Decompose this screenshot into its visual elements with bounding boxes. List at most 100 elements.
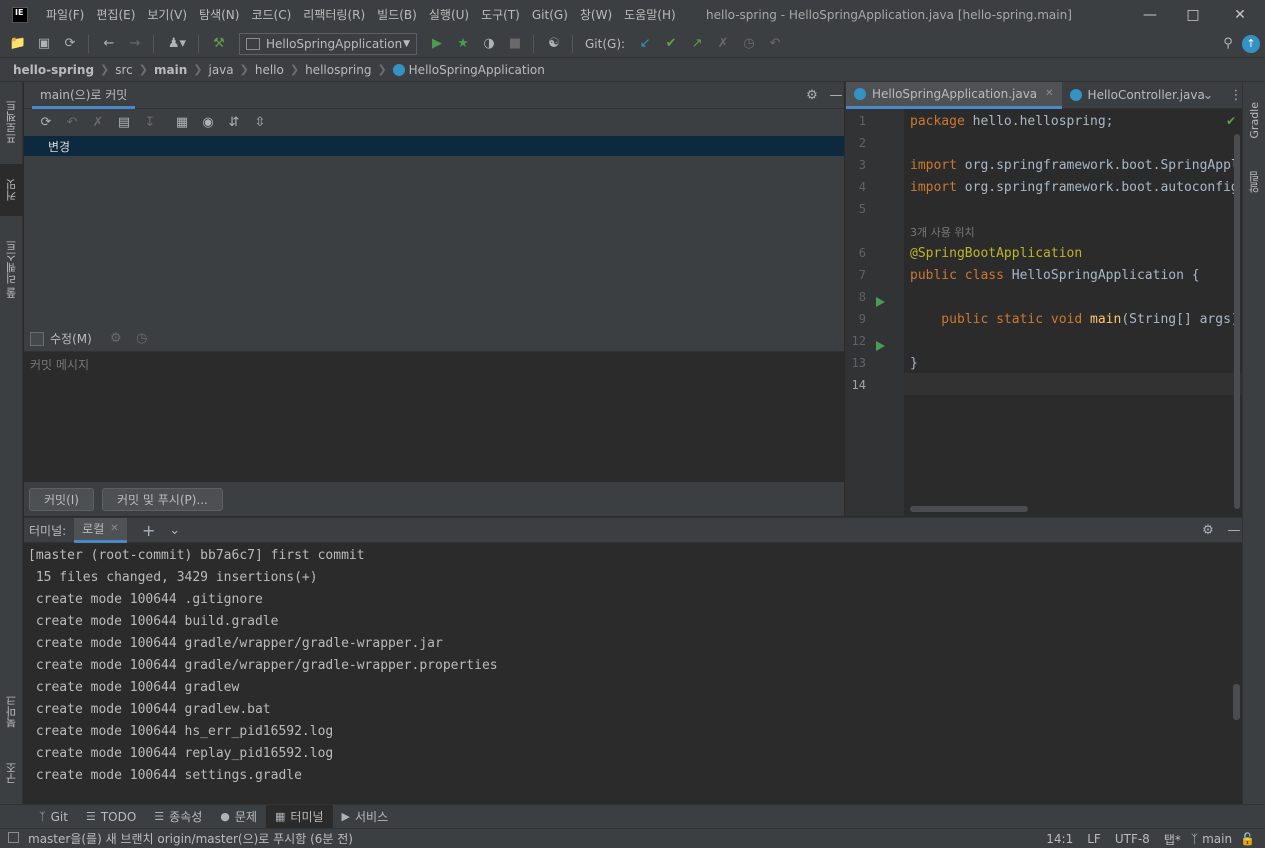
tool-tab-bookmarks[interactable]: 북마크 bbox=[0, 680, 23, 742]
indent-setting[interactable]: 탭* bbox=[1164, 831, 1181, 848]
editor-tab-hello-controller[interactable]: HelloController.java bbox=[1062, 82, 1205, 109]
tool-button-git[interactable]: ᛉ Git bbox=[30, 805, 77, 829]
tool-button-problems[interactable]: ● 문제 bbox=[211, 805, 266, 829]
run-icon[interactable]: ▶ bbox=[427, 34, 447, 54]
code-line-6[interactable]: @SpringBootApplication bbox=[910, 246, 1082, 261]
hide-panel-icon[interactable]: — bbox=[826, 85, 846, 105]
group-by-icon[interactable]: ▦ bbox=[172, 113, 192, 133]
breadcrumb-hellospring[interactable]: hellospring bbox=[305, 63, 371, 77]
git-merge-icon[interactable]: ✗ bbox=[713, 34, 733, 54]
code-line-1[interactable]: package hello.hellospring; bbox=[910, 114, 1114, 129]
new-terminal-icon[interactable]: + bbox=[139, 520, 159, 540]
git-commit-icon[interactable]: ✔ bbox=[661, 34, 681, 54]
code-line-13[interactable]: } bbox=[910, 356, 918, 371]
git-push-icon[interactable]: ↗ bbox=[687, 34, 707, 54]
update-icon[interactable]: ↑ bbox=[1242, 34, 1260, 53]
terminal-scrollbar[interactable] bbox=[1233, 684, 1240, 720]
code-line-7[interactable]: public class HelloSpringApplication { bbox=[910, 268, 1200, 283]
breadcrumb-src[interactable]: src bbox=[115, 63, 133, 77]
git-update-icon[interactable]: ↙ bbox=[635, 34, 655, 54]
tool-tab-notifications[interactable]: 알림 bbox=[1243, 160, 1265, 204]
git-branch[interactable]: main bbox=[1202, 832, 1232, 846]
breadcrumb-class[interactable]: HelloSpringApplication bbox=[409, 63, 545, 77]
breadcrumb-main[interactable]: main bbox=[154, 63, 187, 77]
amend-checkbox[interactable] bbox=[30, 331, 44, 346]
chevron-down-icon[interactable]: ⌄ bbox=[165, 520, 185, 540]
more-options-icon[interactable]: ⋮ bbox=[1226, 85, 1246, 105]
close-tab-icon[interactable]: ✕ bbox=[1045, 88, 1053, 99]
line-separator[interactable]: LF bbox=[1087, 832, 1101, 846]
tool-button-todo[interactable]: ☰ TODO bbox=[77, 805, 145, 829]
editor-vertical-scrollbar[interactable] bbox=[1234, 134, 1240, 509]
user-icon[interactable]: ♟▾ bbox=[164, 34, 190, 54]
git-history-icon[interactable]: ◷ bbox=[739, 34, 759, 54]
menu-navigate[interactable]: 탐색(N) bbox=[193, 0, 245, 30]
tool-button-services[interactable]: ▶ 서비스 bbox=[333, 805, 398, 829]
cursor-position[interactable]: 14:1 bbox=[1046, 832, 1073, 846]
editor-tab-hello-spring-application[interactable]: HelloSpringApplication.java ✕ bbox=[846, 81, 1062, 109]
menu-help[interactable]: 도움말(H) bbox=[618, 0, 682, 30]
tool-tab-gradle[interactable]: Gradle bbox=[1243, 90, 1265, 150]
code-line-4[interactable]: import org.springframework.boot.autoconf… bbox=[910, 180, 1239, 195]
menu-run[interactable]: 실행(U) bbox=[423, 0, 475, 30]
hide-panel-icon[interactable]: — bbox=[1224, 520, 1244, 540]
rollback-icon[interactable]: ↶ bbox=[62, 113, 82, 133]
stop-icon[interactable]: ■ bbox=[505, 34, 525, 54]
expand-all-icon[interactable]: ⇵ bbox=[224, 113, 244, 133]
tool-tab-commit[interactable]: 커밋 bbox=[0, 164, 23, 216]
changes-list-item[interactable]: 변경 bbox=[24, 136, 844, 156]
eye-icon[interactable]: ◉ bbox=[198, 113, 218, 133]
menu-git[interactable]: Git(G) bbox=[526, 0, 574, 30]
build-hammer-icon[interactable]: ⚒ bbox=[209, 34, 229, 54]
run-gutter-icon[interactable] bbox=[876, 297, 885, 307]
code-line-9[interactable]: public static void main(String[] args) bbox=[910, 312, 1238, 327]
gear-icon[interactable]: ⚙ bbox=[1198, 520, 1218, 540]
debug-icon[interactable]: ★ bbox=[453, 34, 473, 54]
close-button[interactable]: ✕ bbox=[1217, 0, 1263, 30]
menu-window[interactable]: 창(W) bbox=[574, 0, 618, 30]
run-config-select[interactable]: HelloSpringApplication ▼ bbox=[239, 32, 417, 55]
tool-tab-structure[interactable]: 구조 bbox=[0, 750, 23, 796]
menu-refactor[interactable]: 리팩터링(R) bbox=[297, 0, 371, 30]
menu-code[interactable]: 코드(C) bbox=[245, 0, 297, 30]
tabs-dropdown-icon[interactable]: ⌄ bbox=[1198, 85, 1218, 105]
open-folder-icon[interactable]: 📁 bbox=[8, 34, 28, 54]
commit-message-input[interactable]: 커밋 메시지 bbox=[24, 352, 844, 482]
breadcrumb-project[interactable]: hello-spring bbox=[13, 63, 94, 77]
save-icon[interactable]: ▣ bbox=[34, 34, 54, 54]
terminal-output[interactable]: [master (root-commit) bb7a6c7] first com… bbox=[24, 543, 1242, 787]
refresh-icon[interactable]: ⟳ bbox=[36, 113, 56, 133]
gear-icon[interactable]: ⚙ bbox=[802, 85, 822, 105]
close-tab-icon[interactable]: ✕ bbox=[110, 523, 118, 534]
collapse-all-icon[interactable]: ⇳ bbox=[250, 113, 270, 133]
download-icon[interactable]: ↧ bbox=[140, 113, 160, 133]
usage-hint[interactable]: 3개 사용 위치 bbox=[910, 224, 975, 240]
minimize-button[interactable]: — bbox=[1127, 0, 1173, 30]
commit-button[interactable]: 커밋(I) bbox=[29, 487, 94, 511]
diff-icon[interactable]: ▤ bbox=[114, 113, 134, 133]
toggle-tool-windows-icon[interactable] bbox=[8, 832, 19, 843]
maximize-button[interactable]: □ bbox=[1170, 0, 1216, 30]
vcs-icon[interactable]: ☯ bbox=[544, 34, 564, 54]
commit-tab[interactable]: main(으)로 커밋 bbox=[32, 82, 136, 109]
editor-horizontal-scrollbar[interactable] bbox=[910, 506, 1028, 512]
run-gutter-icon[interactable] bbox=[876, 341, 885, 351]
code-line-3[interactable]: import org.springframework.boot.SpringAp… bbox=[910, 158, 1239, 173]
terminal-tab-local[interactable]: 로컬 ✕ bbox=[74, 517, 127, 543]
breadcrumb-java[interactable]: java bbox=[208, 63, 233, 77]
breadcrumb-hello[interactable]: hello bbox=[255, 63, 284, 77]
tool-tab-pull-requests[interactable]: 풀 리퀘스트 bbox=[0, 228, 23, 310]
menu-tools[interactable]: 도구(T) bbox=[475, 0, 526, 30]
tool-button-terminal[interactable]: ▦ 터미널 bbox=[266, 804, 333, 829]
sync-icon[interactable]: ⟳ bbox=[60, 34, 80, 54]
coverage-icon[interactable]: ◑ bbox=[479, 34, 499, 54]
commit-options-gear-icon[interactable]: ⚙ bbox=[106, 329, 126, 349]
menu-edit[interactable]: 편집(E) bbox=[90, 0, 141, 30]
menu-file[interactable]: 파일(F) bbox=[40, 0, 90, 30]
file-encoding[interactable]: UTF-8 bbox=[1115, 832, 1150, 846]
menu-view[interactable]: 보기(V) bbox=[141, 0, 193, 30]
clock-icon[interactable]: ◷ bbox=[132, 329, 152, 349]
merge-icon[interactable]: ✗ bbox=[88, 113, 108, 133]
lock-icon[interactable]: 🔓 bbox=[1240, 832, 1255, 846]
tool-tab-project[interactable]: 프로젝트 bbox=[0, 88, 23, 156]
